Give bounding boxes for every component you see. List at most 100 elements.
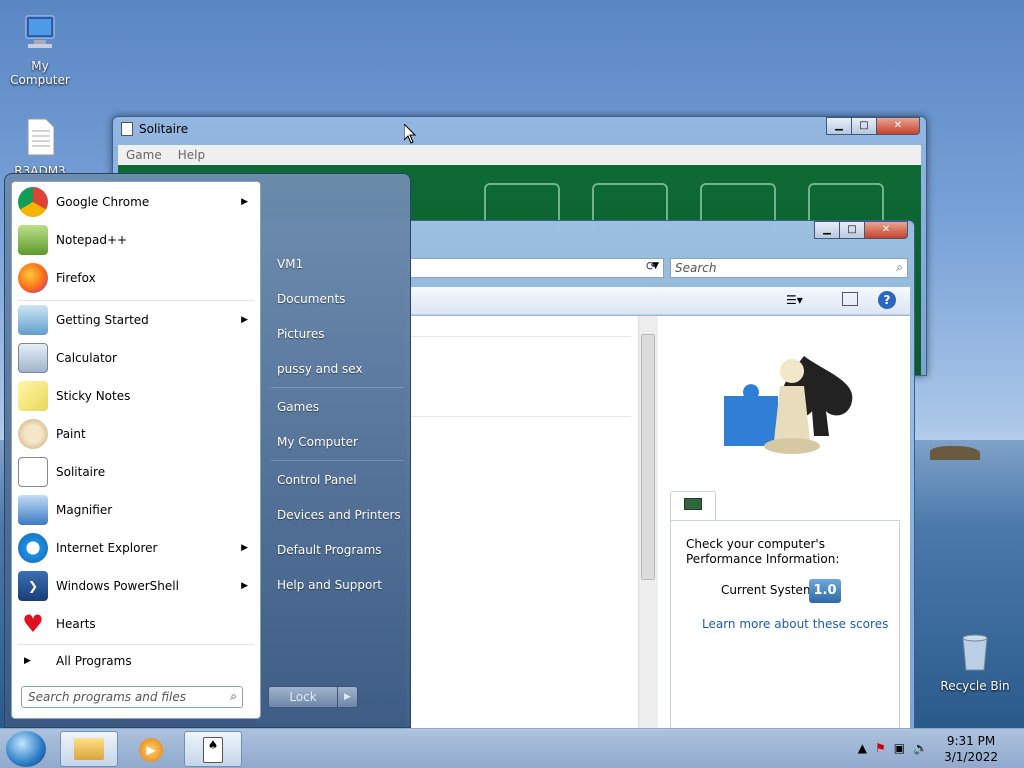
program-item-notepad-plus-plus[interactable]: Notepad++ <box>18 221 254 259</box>
games-list-pane[interactable] <box>406 316 658 730</box>
submenu-arrow-icon: ▶ <box>241 197 248 207</box>
network-icon[interactable]: ▣ <box>894 741 905 755</box>
performance-panel: Check your computer's Performance Inform… <box>670 520 900 730</box>
toolbar: ☰▾ ? <box>406 287 910 315</box>
help-icon[interactable]: ? <box>878 291 896 309</box>
getting-started-icon <box>18 305 48 335</box>
performance-text: Check your computer's Performance Inform… <box>686 537 840 566</box>
lock-button[interactable]: Lock ▶ <box>268 686 358 708</box>
search-placeholder: Search <box>675 261 717 275</box>
program-label: Windows PowerShell <box>56 579 179 593</box>
minimize-button[interactable]: ▁ <box>826 117 852 135</box>
address-bar[interactable]: ▼ <box>406 258 664 278</box>
clock-date: 3/1/2022 <box>944 750 998 764</box>
menu-game[interactable]: Game <box>118 148 170 162</box>
close-button[interactable]: ✕ <box>876 117 920 135</box>
action-center-icon[interactable]: ⚑ <box>875 741 886 755</box>
notepad-plus-plus-icon <box>18 225 48 255</box>
hearts-icon: ♥ <box>22 610 44 638</box>
programs-pane: Google Chrome ▶ Notepad++ Firefox Getting… <box>11 181 261 719</box>
program-item-getting-started[interactable]: Getting Started ▶ <box>18 301 254 339</box>
desktop-icon-my-computer[interactable]: My Computer <box>0 10 80 87</box>
search-icon[interactable]: ⌕ <box>896 260 903 275</box>
divider <box>406 336 631 337</box>
program-item-windows-powershell[interactable]: ❯ Windows PowerShell ▶ <box>18 567 254 605</box>
place-link-default-programs[interactable]: Default Programs <box>277 543 382 557</box>
caption-buttons: ▁ □ ✕ <box>814 221 908 239</box>
program-item-sticky-notes[interactable]: Sticky Notes <box>18 377 254 415</box>
view-options-icon[interactable]: ☰▾ <box>786 293 803 307</box>
system-tray: ▲ ⚑ ▣ 🔈 <box>858 741 928 755</box>
start-search-input[interactable]: Search programs and files ⌕ <box>21 686 243 708</box>
menu-help[interactable]: Help <box>170 148 213 162</box>
program-label: Hearts <box>56 617 96 631</box>
program-item-firefox[interactable]: Firefox <box>18 259 254 297</box>
program-label: Magnifier <box>56 503 113 517</box>
clock-time: 9:31 PM <box>946 734 996 748</box>
taskbar-button-solitaire[interactable]: ♠ <box>184 731 242 767</box>
games-explorer-icon <box>724 356 853 454</box>
all-programs-button[interactable]: ▶ All Programs <box>18 648 254 674</box>
program-item-solitaire[interactable]: Solitaire <box>18 453 254 491</box>
minimize-button[interactable]: ▁ <box>814 221 840 239</box>
divider <box>271 387 403 388</box>
close-button[interactable]: ✕ <box>864 221 908 239</box>
show-hidden-icons-icon[interactable]: ▲ <box>858 741 867 755</box>
divider <box>406 416 631 417</box>
place-link-folder[interactable]: pussy and sex <box>277 362 363 376</box>
chrome-icon <box>18 187 48 217</box>
tab-performance[interactable] <box>670 491 716 521</box>
learn-more-link[interactable]: Learn more about these scores <box>702 617 888 631</box>
solitaire-icon: ♠ <box>203 737 223 763</box>
place-link-pictures[interactable]: Pictures <box>277 327 325 341</box>
place-link-documents[interactable]: Documents <box>277 292 345 306</box>
place-link-control-panel[interactable]: Control Panel <box>277 473 357 487</box>
place-link-devices-and-printers[interactable]: Devices and Printers <box>277 508 401 522</box>
place-link-help-and-support[interactable]: Help and Support <box>277 578 382 592</box>
search-input[interactable]: Search ⌕ <box>670 258 908 278</box>
start-button[interactable] <box>6 731 46 767</box>
text-file-icon <box>27 118 55 156</box>
place-link-vm1[interactable]: VM1 <box>277 257 303 271</box>
place-link-games[interactable]: Games <box>277 400 319 414</box>
desktop-icon-recycle-bin[interactable]: Recycle Bin <box>935 630 1015 693</box>
clock[interactable]: 9:31 PM 3/1/2022 <box>944 733 998 765</box>
submenu-arrow-icon: ▶ <box>241 315 248 325</box>
scrollbar-thumb[interactable] <box>641 334 655 580</box>
vertical-scrollbar[interactable] <box>638 316 658 730</box>
window-title: Solitaire <box>139 122 189 136</box>
taskbar-button-media-player[interactable]: ▶ <box>122 731 180 767</box>
mouse-cursor-icon <box>404 124 416 144</box>
search-icon[interactable]: ⌕ <box>230 689 237 704</box>
firefox-icon <box>18 263 48 293</box>
program-item-paint[interactable]: Paint <box>18 415 254 453</box>
program-label: Solitaire <box>56 465 106 479</box>
maximize-button[interactable]: □ <box>851 117 877 135</box>
powershell-icon: ❯ <box>18 571 48 601</box>
preview-pane-icon[interactable] <box>842 292 858 306</box>
taskbar: ▶ ♠ ▲ ⚑ ▣ 🔈 9:31 PM 3/1/2022 <box>0 728 1024 768</box>
program-label: Internet Explorer <box>56 541 158 555</box>
shutdown-options-arrow-icon[interactable]: ▶ <box>337 687 357 707</box>
place-link-my-computer[interactable]: My Computer <box>277 435 358 449</box>
program-label: Getting Started <box>56 313 149 327</box>
refresh-icon[interactable]: ⟳ <box>646 259 656 273</box>
program-item-google-chrome[interactable]: Google Chrome ▶ <box>18 183 254 221</box>
menu-bar: Game Help <box>118 145 921 165</box>
title-bar[interactable]: Solitaire <box>113 117 926 141</box>
taskbar-button-explorer[interactable] <box>60 731 118 767</box>
details-pane: Check your computer's Performance Inform… <box>658 316 910 730</box>
maximize-button[interactable]: □ <box>839 221 865 239</box>
program-item-internet-explorer[interactable]: Internet Explorer ▶ <box>18 529 254 567</box>
solitaire-icon <box>18 457 48 487</box>
program-item-magnifier[interactable]: Magnifier <box>18 491 254 529</box>
program-label: Google Chrome <box>56 195 150 209</box>
volume-icon[interactable]: 🔈 <box>913 741 928 755</box>
arrow-right-icon: ▶ <box>24 656 31 666</box>
desktop-icon-readme[interactable]: R3ADM3 <box>0 115 80 178</box>
program-item-calculator[interactable]: Calculator <box>18 339 254 377</box>
program-label: Calculator <box>56 351 117 365</box>
program-item-hearts[interactable]: ♥ Hearts <box>18 605 254 643</box>
monitor-icon <box>684 498 702 510</box>
desktop-icon-label: My Computer <box>10 59 70 87</box>
